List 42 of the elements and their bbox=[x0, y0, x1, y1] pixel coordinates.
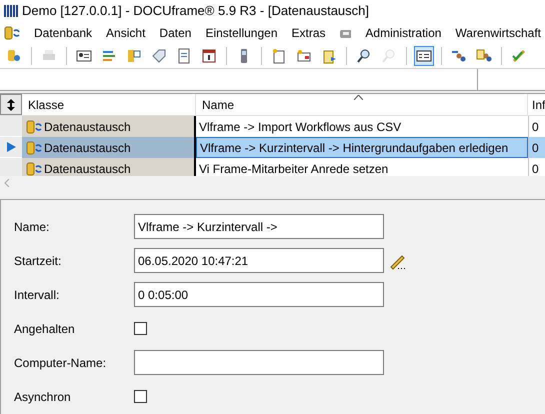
table-cell-text: Datenaustausch bbox=[44, 160, 131, 176]
table-cell-text: 0 bbox=[532, 118, 539, 136]
input-field[interactable]: 0 0:05:00 bbox=[134, 282, 384, 307]
menu-item[interactable]: Daten bbox=[159, 24, 192, 42]
column-header[interactable]: Klasse bbox=[22, 94, 196, 115]
table-cell-text: Vlframe -> Kurzintervall -> Hintergrundaufgaben erledigen bbox=[200, 140, 508, 156]
table-cell-text: Vi Frame-Mitarbeiter Anrede setzen bbox=[199, 160, 388, 176]
table-cell-text: 0 bbox=[532, 140, 539, 156]
input-field[interactable]: Vlframe -> Kurzintervall -> bbox=[134, 214, 384, 239]
table-cell-text: Datenaustausch bbox=[44, 140, 131, 156]
input-field[interactable] bbox=[134, 350, 384, 375]
sort-arrows-icon bbox=[7, 98, 15, 110]
app-logo-icon bbox=[4, 5, 18, 17]
menu-item[interactable]: Administration bbox=[365, 24, 442, 42]
database-sync-icon bbox=[4, 26, 20, 40]
menu-item[interactable]: Warenwirtschaft bbox=[455, 24, 541, 42]
menu-item[interactable]: Ansicht bbox=[106, 24, 146, 42]
sort-caret-icon bbox=[354, 95, 363, 100]
field-label: Intervall: bbox=[14, 286, 60, 304]
menu-item[interactable]: Extras bbox=[292, 24, 326, 42]
column-header[interactable]: Inf bbox=[528, 94, 545, 115]
field-label: Name: bbox=[14, 218, 50, 236]
column-header[interactable]: Name bbox=[196, 94, 528, 115]
field-label: Angehalten bbox=[14, 320, 76, 338]
database-sync-icon bbox=[26, 162, 42, 176]
checkbox[interactable] bbox=[134, 390, 147, 403]
field-label: Startzeit: bbox=[14, 252, 62, 270]
table-cell-text: 0 bbox=[532, 160, 539, 176]
current-row-icon bbox=[6, 142, 16, 152]
field-label: Asynchron bbox=[14, 388, 72, 406]
database-sync-icon bbox=[26, 120, 42, 134]
row-header-corner[interactable] bbox=[0, 94, 22, 115]
field-label: Computer-Name: bbox=[14, 354, 108, 372]
database-sync-icon bbox=[26, 140, 42, 154]
table-cell-text: Vlframe -> Import Workflows aus CSV bbox=[199, 118, 402, 136]
table-cell-text: Datenaustausch bbox=[44, 118, 131, 136]
checkbox[interactable] bbox=[134, 322, 147, 335]
list-view-icon[interactable] bbox=[414, 46, 434, 66]
input-field[interactable]: 06.05.2020 10:47:21 bbox=[134, 248, 384, 273]
menu-item[interactable]: Datenbank bbox=[34, 24, 92, 42]
menu-item[interactable]: Einstellungen bbox=[205, 24, 278, 42]
window-title: Demo [127.0.0.1] - DOCUframe® 5.9 R3 - [Datenaustausch] bbox=[22, 2, 370, 20]
